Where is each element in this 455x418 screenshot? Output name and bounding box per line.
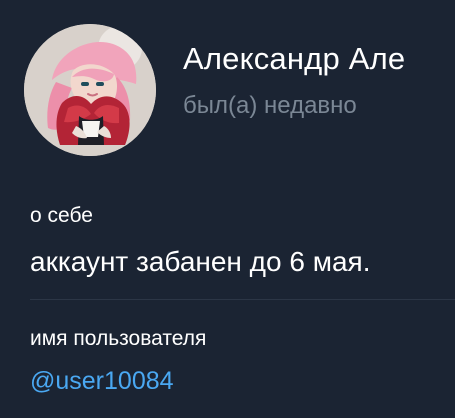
profile-avatar[interactable] xyxy=(24,24,156,156)
username-label: имя пользователя xyxy=(30,327,207,350)
profile-status: был(а) недавно xyxy=(183,92,357,119)
about-text: аккаунт забанен до 6 мая. xyxy=(30,246,371,277)
section-divider xyxy=(30,299,455,300)
username-link[interactable]: @user10084 xyxy=(30,367,174,396)
about-label: о себе xyxy=(30,204,93,227)
profile-name: Александр Але xyxy=(183,41,406,76)
